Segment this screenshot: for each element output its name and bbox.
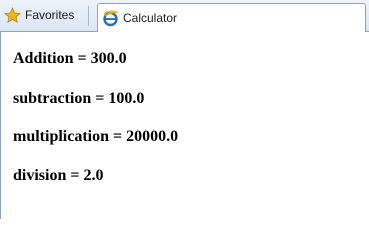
page-content: Addition = 300.0 subtraction = 100.0 mul… — [0, 32, 369, 219]
tab-divider — [88, 6, 89, 26]
tab-calculator[interactable]: Calculator — [97, 3, 366, 32]
browser-window: Favorites Calculator Addition = 300.0 su… — [0, 0, 369, 219]
addition-result: Addition = 300.0 — [13, 50, 127, 67]
tab-title: Calculator — [123, 11, 178, 25]
ie-icon — [102, 10, 119, 27]
star-icon — [4, 6, 21, 24]
subtraction-result: subtraction = 100.0 — [13, 90, 145, 107]
favorites-button[interactable]: Favorites — [4, 5, 74, 25]
division-result: division = 2.0 — [13, 167, 104, 184]
multiplication-result: multiplication = 20000.0 — [13, 128, 179, 145]
favorites-label: Favorites — [25, 8, 75, 22]
tab-bar: Favorites Calculator — [0, 0, 369, 32]
